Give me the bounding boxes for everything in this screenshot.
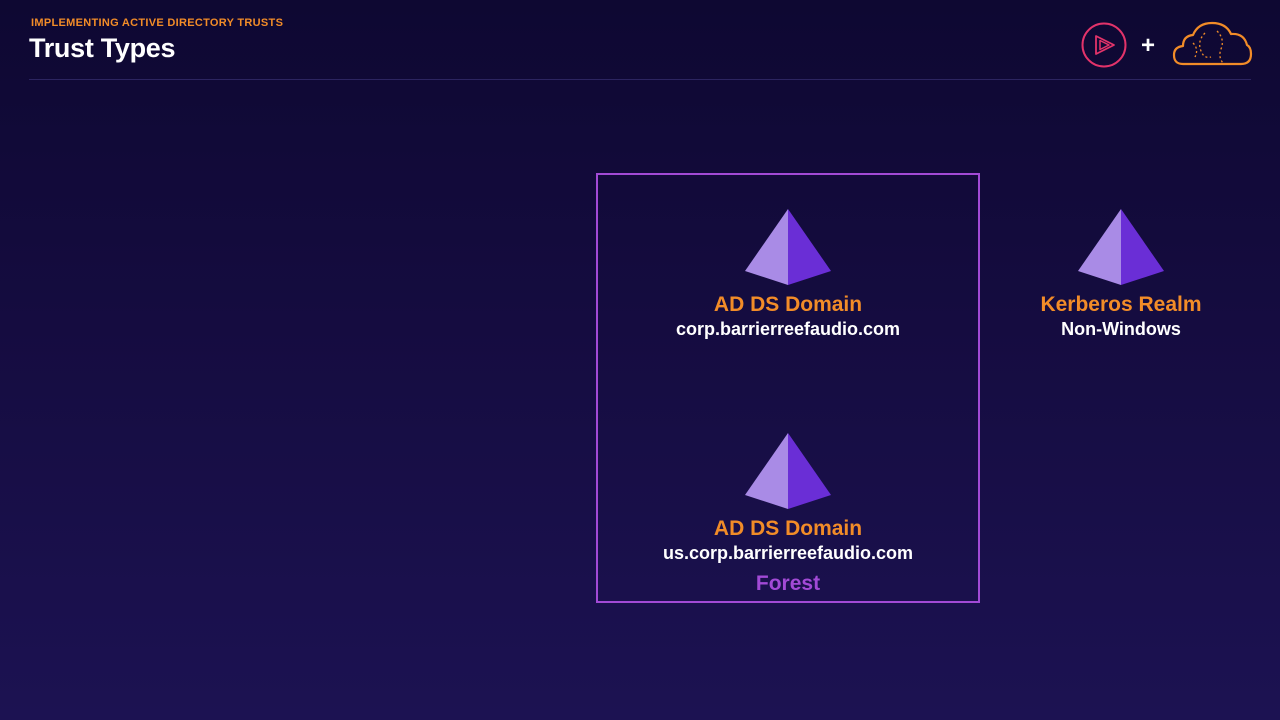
pyramid-icon [745,433,831,509]
node-ad-ds-domain-root: AD DS Domain corp.barrierreefaudio.com [608,209,968,341]
cloud-logo-icon [1172,21,1253,66]
node-kerberos-realm: Kerberos Realm Non-Windows [941,209,1280,341]
node-ad-ds-domain-child: AD DS Domain us.corp.barrierreefaudio.co… [608,433,968,565]
node-title: AD DS Domain [713,517,863,540]
header-divider [29,79,1251,80]
node-subtitle: corp.barrierreefaudio.com [675,319,901,339]
forest-label: Forest [755,572,821,595]
pyramid-icon [1078,209,1164,285]
section-eyebrow: IMPLEMENTING ACTIVE DIRECTORY TRUSTS [31,17,284,29]
node-title: Kerberos Realm [1040,293,1202,316]
play-logo-icon [1081,22,1127,68]
plus-sign: + [1141,32,1156,59]
pyramid-icon [745,209,831,285]
page-title: Trust Types [29,33,176,63]
node-title: AD DS Domain [713,293,863,316]
node-subtitle: us.corp.barrierreefaudio.com [662,543,914,563]
node-subtitle: Non-Windows [1061,319,1181,339]
